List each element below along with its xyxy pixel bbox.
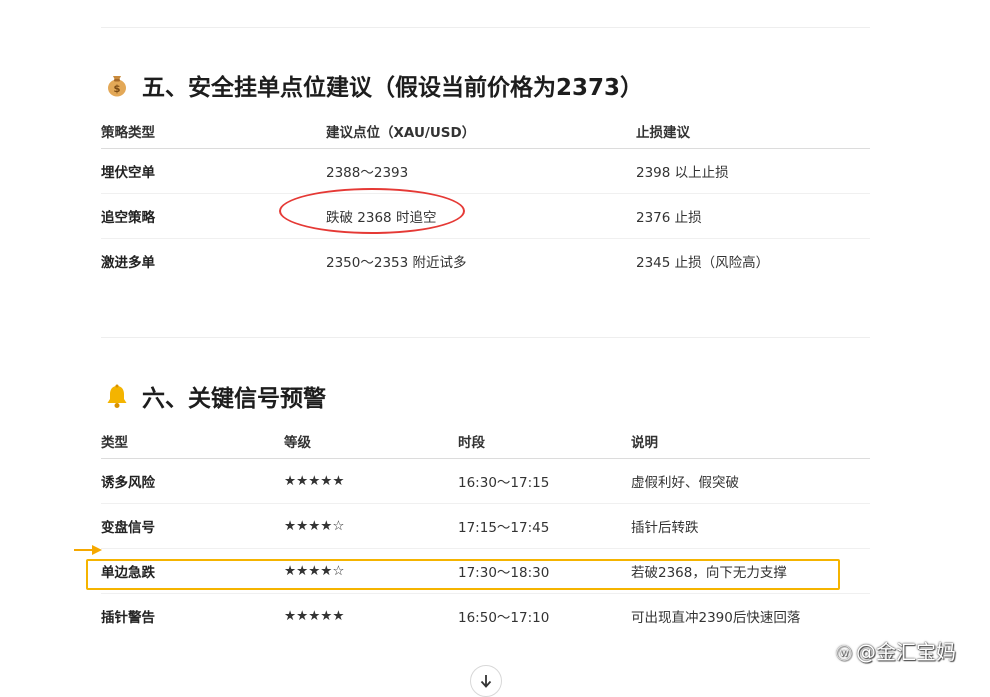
red-circle-annotation [279,188,465,234]
column-header: 等级 [284,424,458,459]
svg-text:$: $ [114,84,121,95]
signal-time: 17:15～17:45 [458,503,631,549]
section-6-title: 六、关键信号预警 [104,379,326,413]
table-row: 激进多单 2350～2353 附近试多 2345 止损（风险高） [101,239,870,284]
table-row: 埋伏空单 2388～2393 2398 以上止损 [101,148,870,194]
column-header: 类型 [101,424,284,459]
signal-level: ★★★★★ [284,608,345,624]
signal-table-header: 类型 等级 时段 说明 [101,424,870,459]
money-bag-icon: $ [104,72,130,98]
signal-table: 类型 等级 时段 说明 诱多风险 ★★★★★ 16:30～17:15 虚假利好、… [101,424,870,638]
signal-note: 虚假利好、假突破 [631,458,870,504]
table-row: 插针警告 ★★★★★ 16:50～17:10 可出现直冲2390后快速回落 [101,594,870,639]
stop-loss: 2345 止损（风险高） [636,255,770,271]
column-header: 策略类型 [101,114,326,149]
column-header: 止损建议 [636,114,870,149]
signal-type: 插针警告 [101,610,155,626]
suggested-level: 2388～2393 [326,148,636,194]
section-5-title-text: 五、安全挂单点位建议（假设当前价格为2373） [142,75,644,101]
signal-time: 16:50～17:10 [458,610,550,626]
signal-note: 可出现直冲2390后快速回落 [631,610,801,626]
column-header: 说明 [631,424,870,459]
watermark: ⓦ @金汇宝妈 [836,636,956,665]
column-header: 建议点位（XAU/USD） [326,114,636,149]
signal-time: 16:30～17:15 [458,458,631,504]
suggested-level: 2350～2353 附近试多 [326,255,467,271]
placement-table-header: 策略类型 建议点位（XAU/USD） 止损建议 [101,114,870,149]
table-row: 追空策略 跌破 2368 时追空 2376 止损 [101,193,870,239]
yellow-highlight-annotation [86,559,840,590]
signal-level: ★★★★☆ [284,503,458,549]
signal-type: 变盘信号 [101,503,284,549]
weibo-logo-icon: ⓦ [836,644,853,663]
table-row: 诱多风险 ★★★★★ 16:30～17:15 虚假利好、假突破 [101,458,870,504]
signal-level: ★★★★★ [284,458,458,504]
section-divider [101,337,870,338]
section-5-title: $ 五、安全挂单点位建议（假设当前价格为2373） [104,68,643,102]
watermark-text: @金汇宝妈 [856,640,957,664]
signal-note: 插针后转跌 [631,503,870,549]
top-divider [101,27,870,28]
section-6-title-text: 六、关键信号预警 [142,386,326,412]
table-row: 变盘信号 ★★★★☆ 17:15～17:45 插针后转跌 [101,503,870,549]
arrow-down-icon [480,675,492,688]
signal-type: 诱多风险 [101,458,284,504]
bell-icon [104,383,130,409]
scroll-down-button[interactable] [470,665,502,697]
strategy-type: 埋伏空单 [101,148,326,194]
stop-loss: 2376 止损 [636,193,870,239]
placement-table: 策略类型 建议点位（XAU/USD） 止损建议 埋伏空单 2388～2393 2… [101,114,870,283]
strategy-type: 激进多单 [101,255,155,271]
stop-loss: 2398 以上止损 [636,148,870,194]
column-header: 时段 [458,424,631,459]
